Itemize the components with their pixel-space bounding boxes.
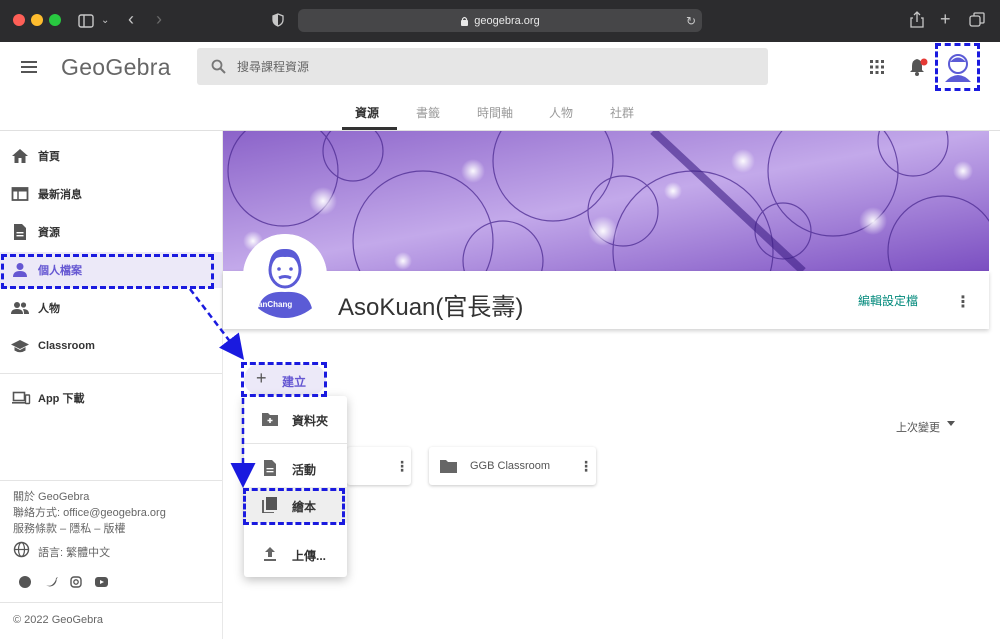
apps-grid-icon[interactable]: [870, 60, 884, 74]
facebook-icon[interactable]: [19, 576, 31, 588]
menu-item-activity[interactable]: 活動: [244, 450, 347, 486]
menu-icon[interactable]: [21, 60, 37, 74]
more-options-icon[interactable]: ⋮: [955, 292, 971, 312]
new-folder-icon: [262, 413, 278, 426]
legal-links[interactable]: 服務條款 – 隱私 – 版權: [13, 520, 125, 536]
sidebar-item-news[interactable]: 最新消息: [0, 176, 222, 212]
edit-profile-button[interactable]: 編輯設定檔: [858, 292, 918, 309]
new-tab-icon[interactable]: +: [940, 10, 951, 28]
profile-name: AsoKuan(官長壽): [338, 294, 524, 321]
sidebar-item-label: 資源: [38, 227, 60, 239]
news-icon: [11, 187, 29, 201]
tab-resources[interactable]: 資源: [355, 104, 379, 121]
card-more-icon[interactable]: ⋮: [395, 458, 409, 475]
notification-bell-icon[interactable]: [907, 57, 929, 77]
window-minimize-button[interactable]: [31, 14, 43, 26]
menu-item-upload[interactable]: 上傳...: [244, 536, 347, 572]
sidebar-divider: [0, 373, 222, 374]
lock-icon: [461, 16, 469, 26]
globe-icon: [13, 541, 30, 558]
sidebar-item-label: 首頁: [38, 151, 60, 163]
url-text: geogebra.org: [474, 14, 540, 27]
sidebar-toggle-icon[interactable]: [78, 14, 94, 28]
youtube-icon[interactable]: [95, 577, 108, 587]
profile-avatar[interactable]: anChang: [243, 234, 327, 318]
sidebar-item-label: Classroom: [38, 340, 95, 352]
reload-icon[interactable]: ↻: [686, 14, 696, 28]
menu-divider: [244, 443, 347, 444]
card-more-icon[interactable]: ⋮: [579, 458, 593, 475]
share-icon[interactable]: [910, 11, 924, 28]
search-input[interactable]: [237, 48, 757, 85]
tab-community[interactable]: 社群: [610, 104, 634, 121]
notification-dot: [920, 58, 928, 66]
school-icon: [11, 340, 29, 353]
annotation-profile-highlight: [1, 254, 214, 289]
back-icon[interactable]: ‹: [128, 10, 134, 28]
folder-icon: [440, 460, 457, 473]
folder-card[interactable]: GGB Classroom ⋮: [429, 447, 596, 485]
tab-bookmarks[interactable]: 書籤: [416, 104, 440, 121]
home-icon: [12, 149, 28, 163]
upload-icon: [264, 547, 276, 561]
menu-item-folder[interactable]: 資料夾: [244, 401, 347, 437]
sidebar-divider: [0, 602, 222, 603]
contact-link[interactable]: 聯絡方式: office@geogebra.org: [13, 504, 166, 520]
document-icon: [14, 224, 26, 240]
tab-overview-icon[interactable]: [969, 12, 985, 28]
twitter-icon[interactable]: [45, 576, 58, 588]
language-selector[interactable]: 語言: 繁體中文: [38, 544, 110, 560]
create-menu: 資料夾 活動 繪本 上傳...: [244, 396, 347, 577]
annotation-book-highlight: [243, 488, 345, 525]
search-bar[interactable]: [197, 48, 768, 85]
tab-people[interactable]: 人物: [549, 104, 573, 121]
copyright-text: © 2022 GeoGebra: [13, 614, 104, 626]
menu-item-label: 資料夾: [292, 414, 329, 428]
tab-timeline[interactable]: 時間軸: [477, 104, 513, 121]
sidebar-item-label: 最新消息: [38, 189, 82, 201]
resource-card[interactable]: ⋮: [347, 447, 411, 485]
sidebar-item-label: App 下載: [38, 393, 85, 405]
geogebra-logo[interactable]: GeoGebra: [61, 54, 171, 81]
window-maximize-button[interactable]: [49, 14, 61, 26]
sidebar-item-app-download[interactable]: App 下載: [0, 380, 222, 416]
instagram-icon[interactable]: [70, 576, 82, 588]
forward-icon[interactable]: ›: [156, 10, 162, 28]
activity-icon: [264, 460, 276, 476]
sidebar-item-resources[interactable]: 資源: [0, 214, 222, 250]
chevron-down-icon[interactable]: ⌄: [101, 14, 109, 28]
sort-dropdown[interactable]: 上次變更: [896, 419, 940, 435]
profile-cover-image: [223, 131, 989, 271]
caret-down-icon[interactable]: [947, 421, 955, 426]
sidebar-item-label: 人物: [38, 303, 60, 315]
sidebar-item-people[interactable]: 人物: [0, 290, 222, 326]
about-link[interactable]: 關於 GeoGebra: [13, 488, 89, 504]
devices-icon: [12, 391, 31, 405]
menu-item-label: 活動: [292, 463, 317, 477]
window-close-button[interactable]: [13, 14, 25, 26]
people-icon: [11, 302, 29, 314]
address-bar[interactable]: geogebra.org: [298, 9, 702, 32]
annotation-avatar-highlight: [935, 43, 980, 91]
privacy-shield-icon[interactable]: [272, 13, 284, 27]
menu-item-label: 上傳...: [292, 549, 327, 563]
browser-toolbar: ⌄ ‹ › geogebra.org ↻ +: [0, 0, 1000, 42]
folder-card-name: GGB Classroom: [470, 460, 551, 472]
sidebar-item-classroom[interactable]: Classroom: [0, 328, 222, 364]
avatar-caption: anChang: [258, 300, 293, 309]
annotation-create-highlight: [241, 362, 327, 397]
sidebar-item-home[interactable]: 首頁: [0, 138, 222, 174]
sidebar-divider: [0, 480, 222, 481]
search-icon: [211, 59, 226, 74]
